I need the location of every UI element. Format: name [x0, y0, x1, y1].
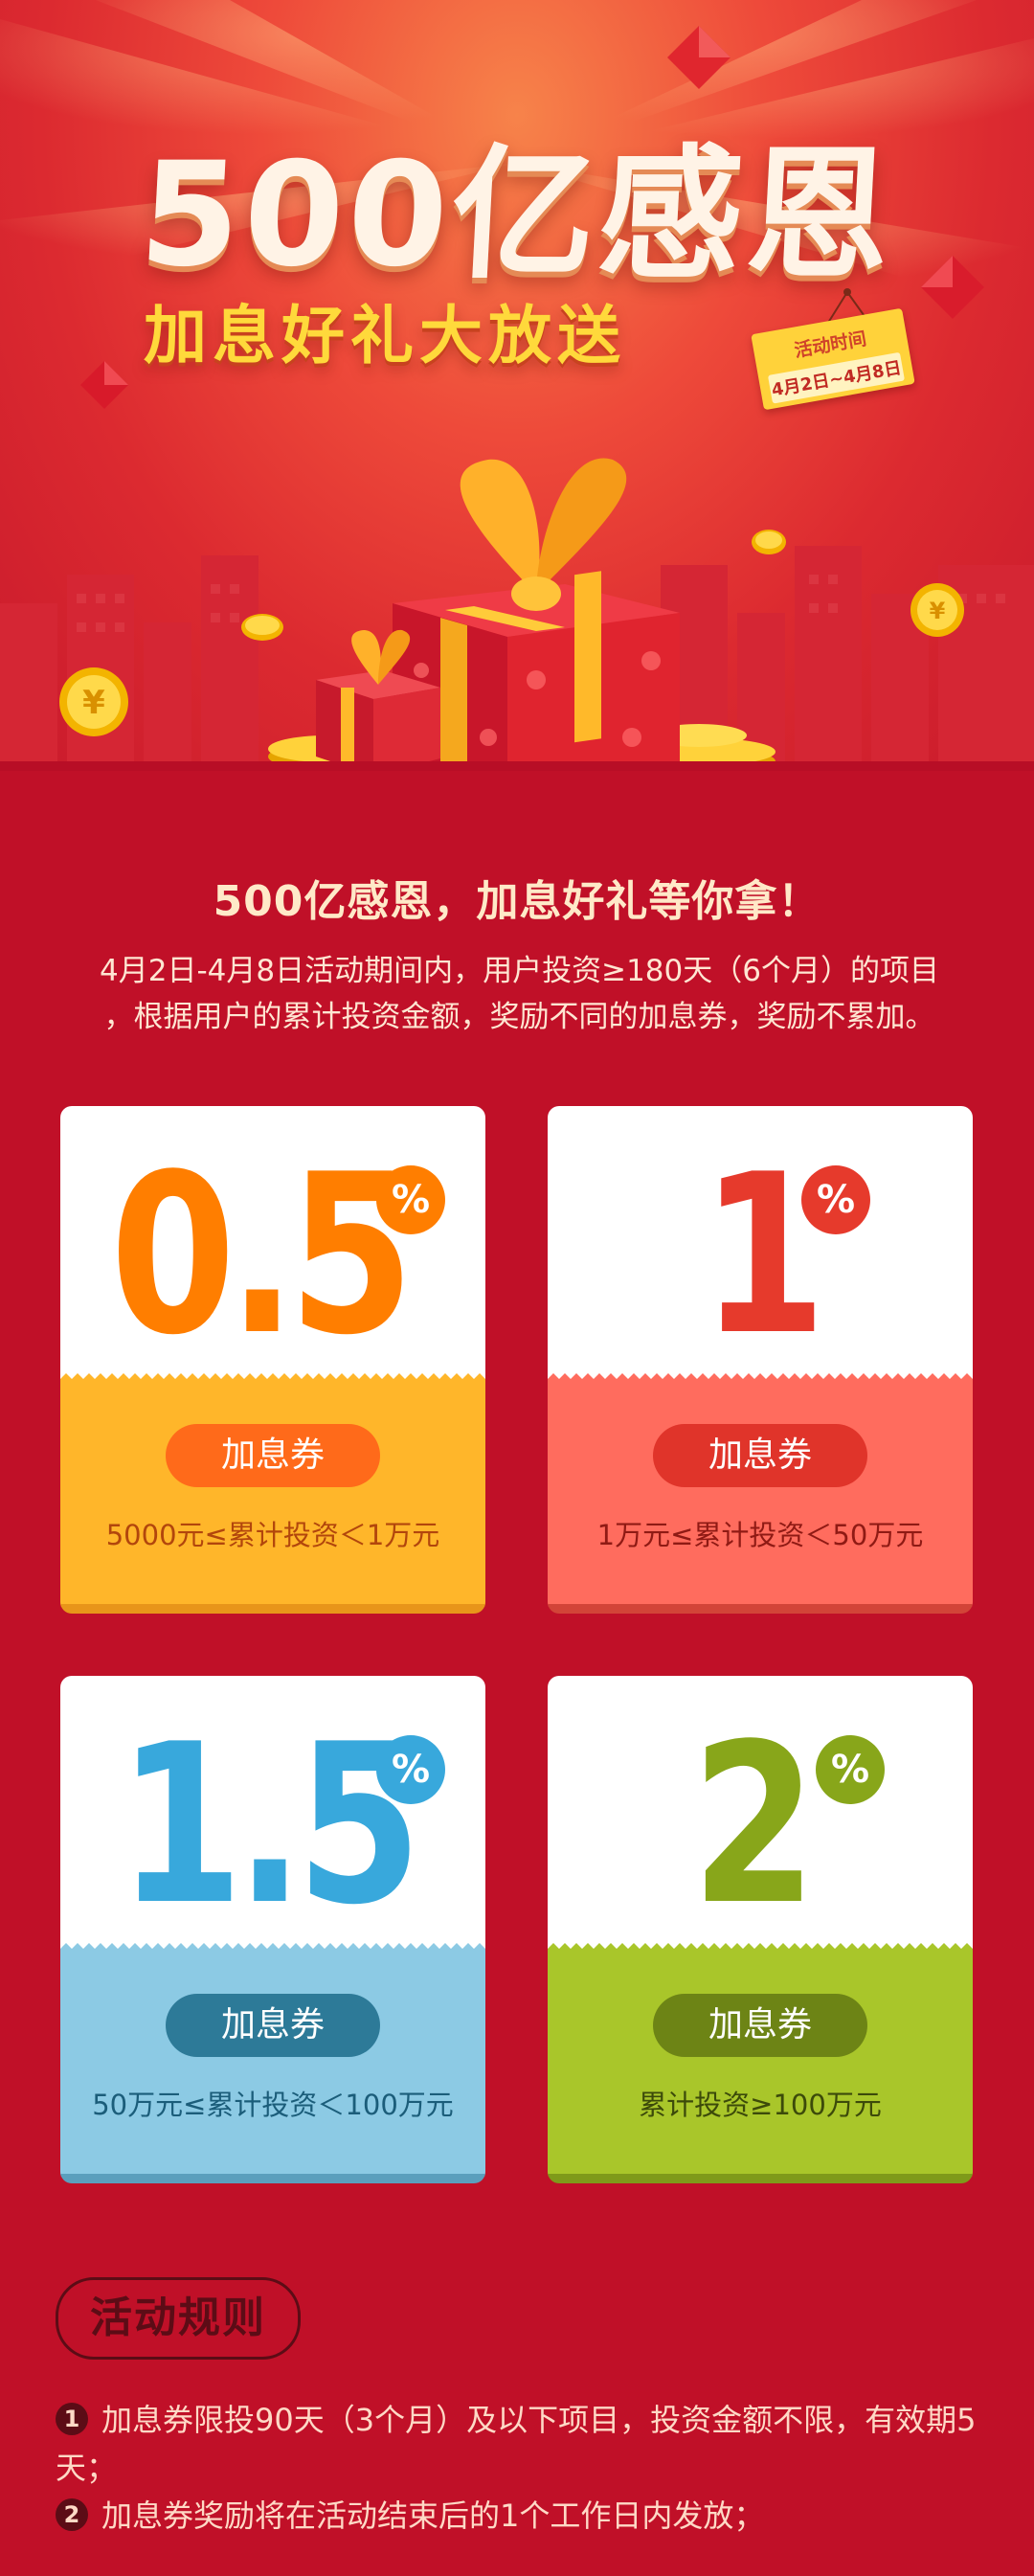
percent-badge: %: [801, 1165, 870, 1234]
intro-title: 500亿感恩，加息好礼等你拿！: [213, 877, 821, 926]
rule-item: 1 加息券限投90天（3个月）及以下项目，投资金额不限，有效期5天；: [56, 2396, 984, 2492]
rules-title: 活动规则: [56, 2277, 301, 2360]
coin-icon: ¥: [910, 583, 964, 637]
svg-text:¥: ¥: [930, 598, 946, 624]
hero-divider: [0, 761, 1034, 771]
coupon-card-edge: [60, 1604, 485, 1614]
coupon-card-bottom: [60, 1949, 485, 2177]
diamond-icon: [667, 26, 731, 89]
rule-item: 2 加息券奖励将在活动结束后的1个工作日内发放；: [56, 2492, 984, 2540]
diamond-icon: [80, 361, 128, 409]
coupon-label: 加息券: [653, 1994, 867, 2057]
coupon-condition: 累计投资≥100万元: [639, 2089, 882, 2121]
hero-subtitle: 加息好礼大放送: [144, 299, 626, 373]
coupon-condition: 5000元≤累计投资＜1万元: [105, 1519, 440, 1551]
coupon-card: 2 % 加息券 累计投资≥100万元: [548, 1676, 973, 2183]
rule-text: 加息券限投90天（3个月）及以下项目，投资金额不限，有效期5天；: [56, 2402, 977, 2486]
rule-text: 加息券奖励将在活动结束后的1个工作日内发放；: [101, 2497, 765, 2534]
coupon-label: 加息券: [166, 1424, 380, 1487]
coupon-card-bottom: [548, 1379, 973, 1607]
coupon-card: 1.5 % 加息券 50万元≤累计投资＜100万元: [60, 1676, 485, 2183]
coupon-card-bottom: [548, 1949, 973, 2177]
coupon-label: 加息券: [653, 1424, 867, 1487]
coupon-card-edge: [548, 1604, 973, 1614]
coupon-card-edge: [548, 2174, 973, 2183]
coupon-condition: 50万元≤累计投资＜100万元: [92, 2089, 454, 2121]
intro-line-1: 4月2日-4月8日活动期间内，用户投资≥180天（6个月）的项目: [100, 954, 939, 988]
coin-icon: ¥: [59, 667, 128, 736]
diamond-icon: [921, 256, 984, 319]
percent-badge: %: [376, 1165, 445, 1234]
coupon-condition: 1万元≤累计投资＜50万元: [596, 1519, 924, 1551]
percent-badge: %: [376, 1735, 445, 1804]
coupon-rate: 2: [691, 1698, 817, 1954]
gift-box-illustration: [268, 458, 776, 766]
coupon-card-bottom: [60, 1379, 485, 1607]
coupon-rate: 0.5: [110, 1128, 415, 1384]
coupon-card: 0.5 % 加息券 5000元≤累计投资＜1万元: [60, 1106, 485, 1614]
percent-badge: %: [816, 1735, 885, 1804]
rule-number: 2: [56, 2498, 88, 2531]
coupon-label: 加息券: [166, 1994, 380, 2057]
hero-title: 500亿感恩: [135, 132, 899, 299]
rule-number: 1: [56, 2403, 88, 2435]
intro-description: 4月2日-4月8日活动期间内，用户投资≥180天（6个月）的项目 ，根据用户的累…: [53, 948, 986, 1040]
coupon-card-edge: [60, 2174, 485, 2183]
coupon-rate: 1: [701, 1128, 826, 1384]
coupon-card: 1 % 加息券 1万元≤累计投资＜50万元: [548, 1106, 973, 1614]
intro-line-2: ，根据用户的累计投资金额，奖励不同的加息券，奖励不累加。: [103, 1000, 935, 1034]
coupon-rate: 1.5: [118, 1698, 422, 1954]
svg-text:¥: ¥: [82, 684, 105, 722]
hero-banner: 500亿感恩 加息好礼大放送 活动时间 4月2日~4月8日 ¥ ¥: [0, 0, 1034, 766]
